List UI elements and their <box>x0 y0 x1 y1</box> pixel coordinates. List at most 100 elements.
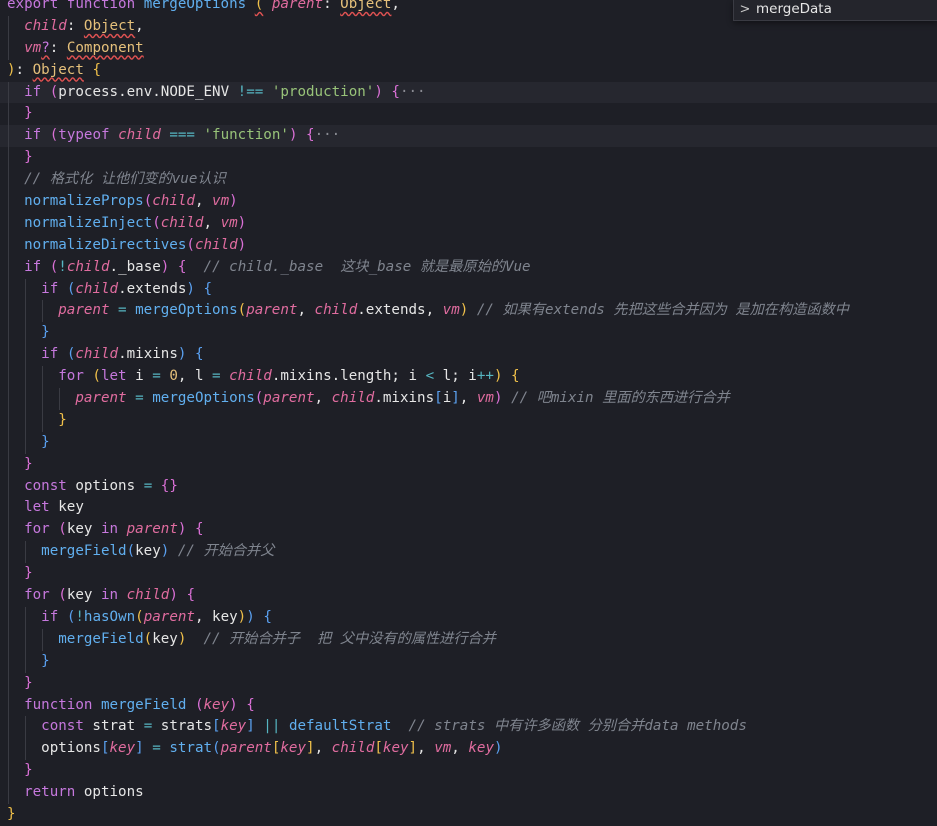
code-line[interactable]: for (key in child) { <box>0 585 937 607</box>
code-token: ? <box>41 39 50 56</box>
code-line[interactable]: } <box>0 147 937 170</box>
code-token: key <box>382 740 409 757</box>
code-token: ) <box>229 696 238 713</box>
code-line[interactable]: } <box>0 563 937 586</box>
code-line[interactable]: const options = {} <box>0 475 937 498</box>
code-text: } <box>7 324 50 340</box>
code-token: const <box>41 718 84 735</box>
code-token: 'function' <box>203 127 289 144</box>
code-token: in <box>100 587 119 604</box>
code-token: ) <box>493 390 503 407</box>
code-text: ): Object { <box>7 62 101 78</box>
code-line[interactable]: } <box>0 103 937 126</box>
code-token: i <box>126 368 153 385</box>
code-line[interactable]: vm?: Component <box>0 37 937 60</box>
code-line[interactable]: } <box>0 804 937 826</box>
code-line[interactable]: if (process.env.NODE_ENV !== 'production… <box>0 81 937 104</box>
code-token: key <box>152 630 178 647</box>
code-token: ( <box>92 368 101 385</box>
code-line[interactable]: normalizeInject(child, vm) <box>0 212 937 235</box>
code-token: { <box>306 127 315 144</box>
code-token: ) <box>493 368 503 385</box>
code-token: ) <box>246 608 255 625</box>
code-line[interactable]: normalizeDirectives(child) <box>0 234 937 257</box>
code-line[interactable]: options[key] = strat(parent[key], child[… <box>0 738 937 761</box>
code-token: if <box>41 280 59 297</box>
code-line[interactable]: } <box>0 409 937 432</box>
code-token: child <box>152 193 195 210</box>
code-token: { <box>246 696 255 713</box>
code-token: = <box>212 368 221 385</box>
code-token: ) <box>186 280 195 297</box>
code-line[interactable]: if (!hasOwn(parent, key)) { <box>0 606 937 629</box>
code-line[interactable]: } <box>0 760 937 783</box>
code-token: parent <box>75 390 127 407</box>
code-token: ) <box>7 61 16 78</box>
code-token: : <box>323 0 341 12</box>
code-token: : <box>49 39 67 56</box>
code-line[interactable]: for (let i = 0, l = child.mixins.length;… <box>0 366 937 389</box>
code-token: key <box>280 740 307 757</box>
code-token: if <box>24 83 42 100</box>
code-token: mergeField <box>100 696 187 713</box>
code-line[interactable]: if (!child._base) { // child._base 这块_ba… <box>0 256 937 279</box>
code-line[interactable]: if (typeof child === 'function') {··· <box>0 125 937 148</box>
code-token: key <box>109 740 136 757</box>
code-line[interactable]: function mergeField (key) { <box>0 694 937 717</box>
code-token: function <box>66 0 136 12</box>
code-line[interactable]: for (key in parent) { <box>0 519 937 542</box>
code-token: [ <box>212 718 221 735</box>
code-token: return <box>24 784 76 801</box>
code-token: ) <box>237 214 247 231</box>
code-line[interactable]: mergeField(key) // 开始合并子 把 父中没有的属性进行合并 <box>0 628 937 651</box>
code-token: ) <box>494 740 503 757</box>
code-line[interactable]: ): Object { <box>0 60 937 82</box>
code-token: ] <box>246 718 255 735</box>
code-line[interactable]: if (child.mixins) { <box>0 344 937 367</box>
code-token: strat <box>83 718 144 735</box>
code-token: ( <box>194 696 204 713</box>
code-line[interactable]: parent = mergeOptions(parent, child.mixi… <box>0 388 937 410</box>
code-line[interactable]: } <box>0 431 937 454</box>
code-line[interactable]: // 格式化 让他们变的vue认识 <box>0 169 937 192</box>
code-line[interactable]: normalizeProps(child, vm) <box>0 191 937 213</box>
code-text: // 格式化 让他们变的vue认识 <box>7 171 226 187</box>
code-token: key <box>220 718 247 735</box>
code-token: parent <box>58 302 110 319</box>
code-text: if (typeof child === 'function') {··· <box>7 127 340 143</box>
code-token: { <box>203 280 213 297</box>
code-token: child <box>75 280 119 297</box>
code-line[interactable]: return options <box>0 782 937 804</box>
code-token: if <box>41 346 59 363</box>
code-token: Object <box>32 61 84 78</box>
code-line[interactable]: let key <box>0 497 937 520</box>
code-token: Object <box>340 0 392 12</box>
code-line[interactable]: parent = mergeOptions(parent, child.exte… <box>0 300 937 323</box>
code-line[interactable]: } <box>0 322 937 345</box>
code-token: = <box>135 390 144 407</box>
code-line[interactable]: const strat = strats[key] || defaultStra… <box>0 716 937 739</box>
code-token: ] <box>135 740 144 757</box>
code-line[interactable]: } <box>0 650 937 673</box>
code-editor[interactable]: export function mergeOptions ( parent: O… <box>0 0 937 824</box>
code-token: : <box>15 61 33 78</box>
code-token: Object <box>83 17 136 34</box>
code-token: child <box>24 17 67 34</box>
code-token: [ <box>434 390 443 407</box>
code-token: , <box>314 390 332 407</box>
code-line[interactable]: mergeField(key) // 开始合并父 <box>0 541 937 564</box>
code-line[interactable]: } <box>0 453 937 476</box>
sticky-scroll-breadcrumb[interactable]: > mergeData <box>733 0 937 21</box>
code-token: ( <box>143 193 153 210</box>
code-token: < <box>425 368 435 385</box>
code-token: vm <box>442 302 460 319</box>
code-line[interactable]: if (child.extends) { <box>0 278 937 301</box>
code-token: ( <box>254 390 264 407</box>
code-token: === <box>169 127 195 144</box>
code-line[interactable]: } <box>0 672 937 695</box>
breadcrumb-label[interactable]: mergeData <box>756 1 832 17</box>
code-token: options <box>66 477 144 494</box>
